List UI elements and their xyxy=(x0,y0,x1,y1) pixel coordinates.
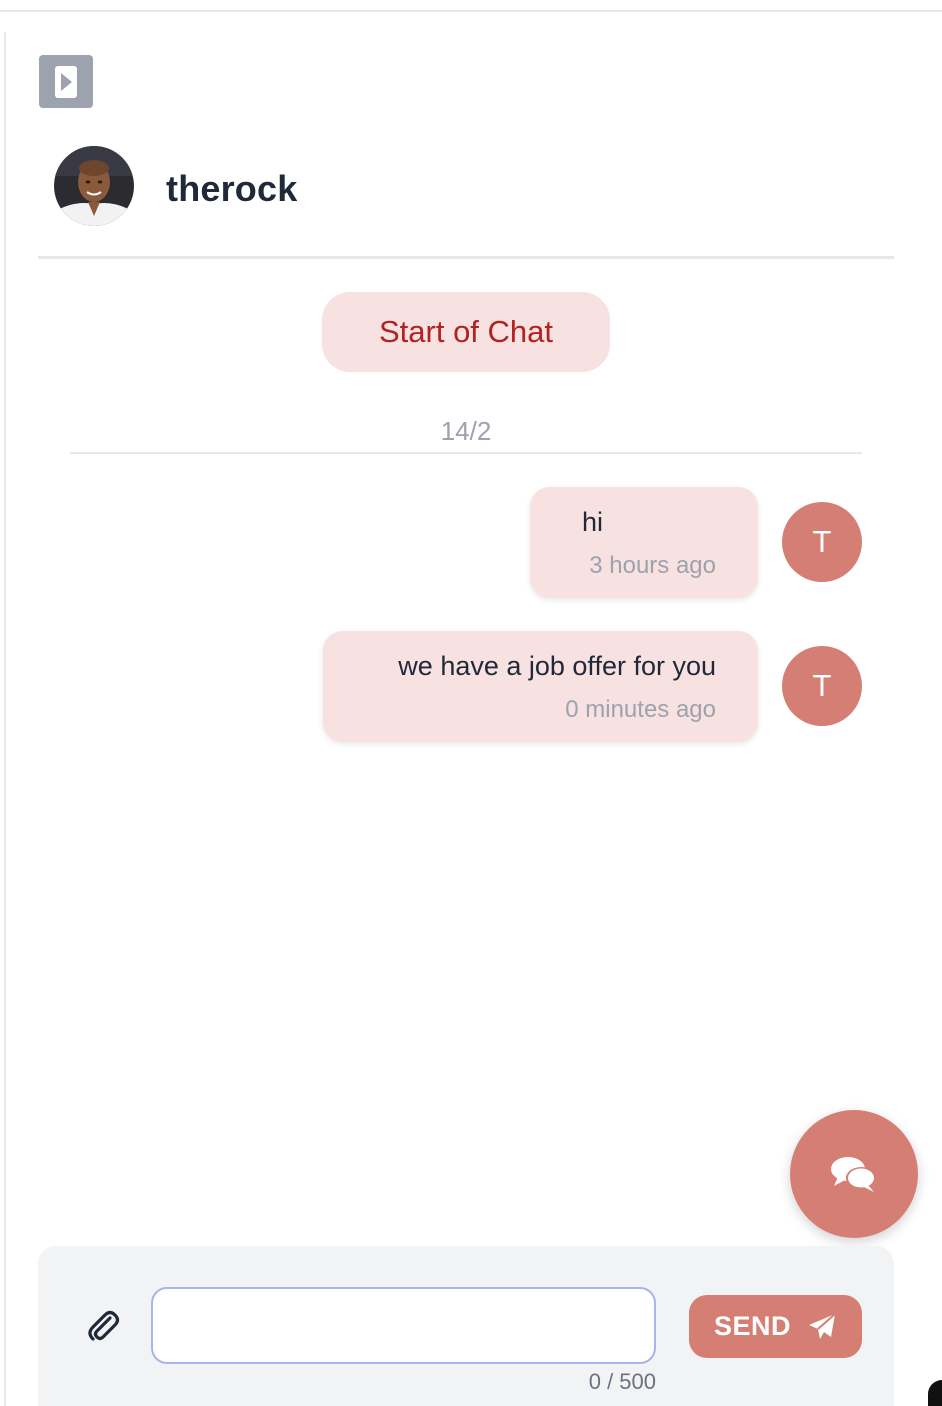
message-bubble: hi 3 hours ago xyxy=(530,487,758,598)
message-bubble: we have a job offer for you 0 minutes ag… xyxy=(323,631,758,742)
message-time: 3 hours ago xyxy=(589,552,716,579)
attach-button[interactable] xyxy=(86,1308,120,1344)
message-text: we have a job offer for you xyxy=(398,651,716,681)
window-corner xyxy=(928,1380,942,1406)
message-input[interactable] xyxy=(151,1287,656,1364)
chat-bubbles-icon xyxy=(831,1157,876,1192)
paperclip-icon xyxy=(88,1310,120,1341)
character-counter: 0 / 500 xyxy=(588,1369,656,1394)
message-time: 0 minutes ago xyxy=(565,696,716,723)
sender-avatar: T xyxy=(782,646,862,726)
message-text: hi xyxy=(582,507,604,537)
top-bar xyxy=(0,0,942,12)
date-divider xyxy=(70,452,862,454)
sender-avatar: T xyxy=(782,502,862,582)
send-button-label: SEND xyxy=(713,1311,791,1341)
avatar[interactable] xyxy=(54,146,134,226)
header-divider xyxy=(38,256,894,259)
start-of-chat-label: Start of Chat xyxy=(322,292,610,372)
play-square-icon xyxy=(55,65,77,98)
chat-fab-button[interactable] xyxy=(790,1110,918,1238)
profile-photo xyxy=(54,146,134,226)
date-separator-label: 14/2 xyxy=(440,416,492,446)
paper-plane-icon xyxy=(809,1312,836,1339)
send-button[interactable]: SEND xyxy=(689,1295,862,1358)
left-border xyxy=(4,32,6,1406)
chat-username: therock xyxy=(166,168,298,209)
sidebar-toggle-button[interactable] xyxy=(39,55,93,108)
